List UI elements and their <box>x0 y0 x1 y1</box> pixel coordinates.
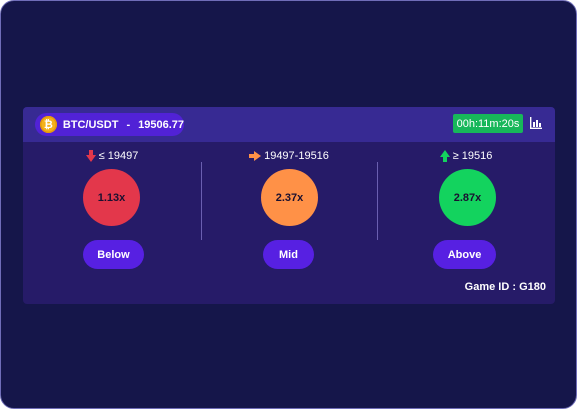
game-id: Game ID : G180 <box>464 281 546 293</box>
arrow-up-icon <box>439 150 450 162</box>
option-mid: 19497-19516 2.37x Mid <box>201 142 377 304</box>
option-below: ≤ 19497 1.13x Below <box>23 142 201 304</box>
arrow-right-icon <box>249 151 262 161</box>
range-mid: 19497-19516 <box>201 150 377 162</box>
below-button[interactable]: Below <box>83 240 144 269</box>
card-header: ₿ BTC/USDT - 19506.77 00h:11m:20s <box>23 107 555 142</box>
above-button[interactable]: Above <box>433 240 496 269</box>
bar-chart-icon[interactable] <box>530 117 542 129</box>
pair-label: BTC/USDT <box>62 118 119 131</box>
range-below: ≤ 19497 <box>23 150 201 162</box>
option-above: ≥ 19516 2.87x Above <box>377 142 555 304</box>
range-above: ≥ 19516 <box>377 150 555 162</box>
range-below-label: ≤ 19497 <box>98 150 139 162</box>
arrow-down-icon <box>85 150 96 162</box>
prediction-card: ₿ BTC/USDT - 19506.77 00h:11m:20s ≤ 1949… <box>23 107 555 304</box>
game-frame: ₿ BTC/USDT - 19506.77 00h:11m:20s ≤ 1949… <box>0 0 577 409</box>
multiplier-above: 2.87x <box>439 169 496 226</box>
pair-price-pill[interactable]: ₿ BTC/USDT - 19506.77 <box>35 113 184 136</box>
countdown-timer: 00h:11m:20s <box>453 114 523 133</box>
multiplier-below: 1.13x <box>83 169 140 226</box>
pair-separator: - <box>126 118 131 131</box>
bitcoin-icon: ₿ <box>40 116 57 133</box>
range-above-label: ≥ 19516 <box>452 150 493 162</box>
multiplier-mid: 2.37x <box>261 169 318 226</box>
mid-button[interactable]: Mid <box>263 240 314 269</box>
current-price: 19506.77 <box>138 118 184 131</box>
range-mid-label: 19497-19516 <box>264 150 329 162</box>
